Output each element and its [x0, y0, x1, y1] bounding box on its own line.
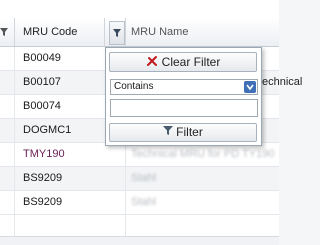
cell-mru-code: B00049: [23, 52, 61, 64]
filter-icon[interactable]: [0, 24, 14, 40]
cell-mru-name: Stahl: [131, 196, 157, 208]
cell-mru-code: B00107: [23, 76, 61, 88]
cell-mru-name: echnical: [262, 76, 303, 88]
filter-button[interactable]: Filter: [109, 123, 257, 142]
column-separator[interactable]: [125, 18, 126, 46]
cell-mru-name: Technical MRU for PD TY190: [131, 148, 275, 160]
filter-operator-select[interactable]: Contains: [110, 79, 258, 95]
cell-mru-code: TMY190: [23, 148, 65, 160]
cell-mru-code: BS9209: [23, 172, 63, 184]
column-separator: [14, 47, 15, 236]
clear-filter-icon: [146, 54, 158, 72]
filter-popup: Clear Filter Contains Filter: [105, 47, 262, 146]
column-separator[interactable]: [104, 18, 105, 46]
clear-filter-button[interactable]: Clear Filter: [109, 52, 257, 72]
clear-filter-label: Clear Filter: [161, 55, 221, 69]
column-separator[interactable]: [14, 18, 15, 46]
filter-value-input[interactable]: [110, 99, 258, 117]
header-mru-name[interactable]: MRU Name: [131, 18, 188, 46]
filter-operator-value: Contains: [114, 81, 154, 92]
cell-mru-code: B00074: [23, 100, 61, 112]
funnel-icon: [163, 124, 174, 141]
cell-mru-code: DOGMC1: [23, 124, 72, 136]
grid-header: MRU Code MRU Name: [0, 18, 279, 47]
cell-mru-code: BS9209: [23, 196, 63, 208]
table-row[interactable]: BS9209 Stahl: [0, 167, 279, 191]
data-grid: MRU Code MRU Name B00049 s B00107 echnic…: [0, 0, 302, 238]
header-mru-code[interactable]: MRU Code: [23, 18, 77, 46]
filter-button-label: Filter: [176, 125, 203, 139]
table-row-empty: [0, 215, 279, 238]
cell-mru-name: Stahl: [131, 172, 157, 184]
mru-code-filter-button[interactable]: [109, 21, 125, 45]
table-row[interactable]: TMY190 Technical MRU for PD TY190: [0, 143, 279, 167]
chevron-down-icon[interactable]: [244, 81, 256, 93]
table-row[interactable]: BS9209 Stahl: [0, 191, 279, 215]
